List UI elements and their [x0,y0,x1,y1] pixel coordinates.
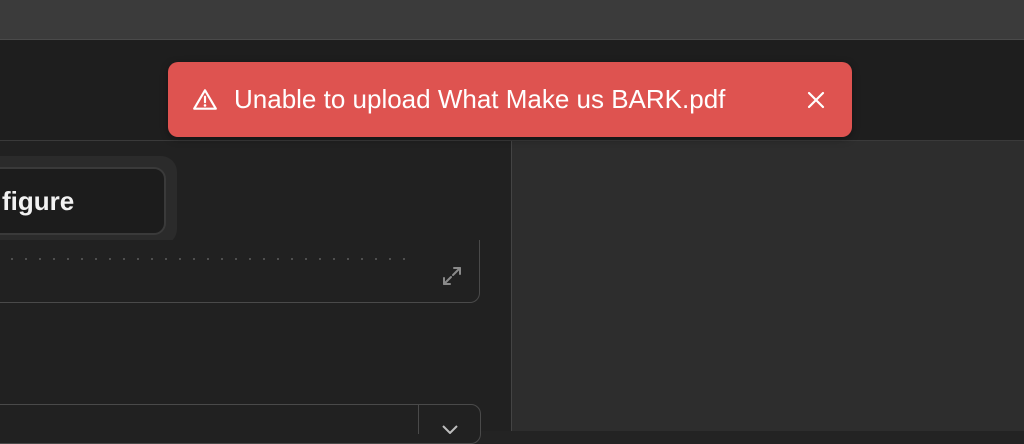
text-area[interactable] [0,240,480,303]
expand-icon[interactable] [440,264,464,288]
chevron-down-icon[interactable] [440,424,460,434]
warning-triangle-icon [193,88,217,110]
select-divider [418,404,419,434]
text-area-content-preview [5,258,405,260]
window-top-bar [0,0,1024,40]
close-icon[interactable] [804,88,828,112]
toast-message: Unable to upload What Make us BARK.pdf [234,84,726,114]
right-panel [512,141,1024,431]
configure-button-label: figure [2,185,75,216]
configure-button[interactable]: figure [0,167,166,235]
select-field[interactable] [0,404,481,444]
error-toast: Unable to upload What Make us BARK.pdf [168,62,852,137]
